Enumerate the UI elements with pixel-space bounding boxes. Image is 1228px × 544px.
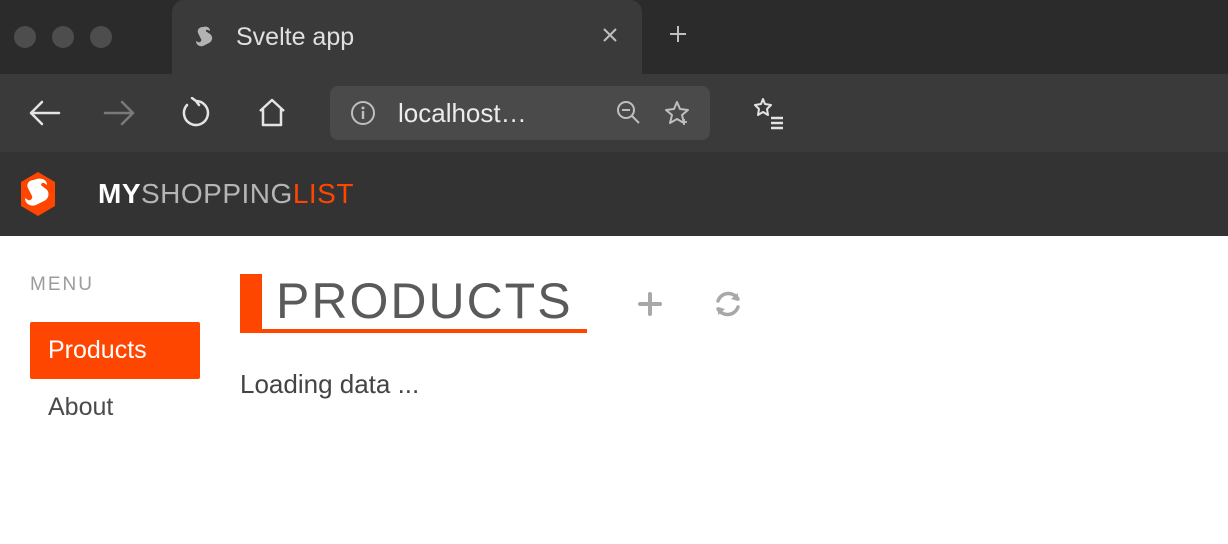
back-button[interactable]: [26, 95, 62, 131]
tab-strip: Svelte app: [0, 0, 1228, 74]
browser-tab[interactable]: Svelte app: [172, 0, 642, 74]
sidebar-item-products[interactable]: Products: [30, 322, 200, 379]
address-text: localhost…: [398, 98, 594, 129]
brand-part2: SHOPPING: [141, 178, 293, 209]
reload-button[interactable]: [178, 95, 214, 131]
window-close-button[interactable]: [14, 26, 36, 48]
forward-button[interactable]: [102, 95, 138, 131]
site-info-icon[interactable]: [350, 100, 376, 126]
browser-toolbar: localhost…: [0, 74, 1228, 152]
zoom-out-icon[interactable]: [616, 100, 642, 126]
sidebar-item-about[interactable]: About: [30, 379, 200, 436]
svelte-logo-icon: [18, 174, 58, 214]
browser-chrome: Svelte app localhost…: [0, 0, 1228, 152]
home-button[interactable]: [254, 95, 290, 131]
traffic-lights: [14, 26, 112, 48]
refresh-button[interactable]: [713, 289, 743, 319]
heading-block: PRODUCTS: [240, 274, 587, 333]
bookmark-add-icon[interactable]: [664, 100, 690, 126]
loading-text: Loading data ...: [240, 369, 1198, 400]
add-button[interactable]: [637, 291, 663, 317]
heading-accent-bar: [240, 274, 262, 329]
svelte-favicon-icon: [192, 24, 218, 50]
heading-row: PRODUCTS: [240, 274, 1198, 333]
sidebar-item-label: About: [48, 393, 113, 421]
app-header: MYSHOPPINGLIST: [0, 152, 1228, 236]
app-brand: MYSHOPPINGLIST: [98, 178, 354, 210]
address-bar[interactable]: localhost…: [330, 86, 710, 140]
favorites-button[interactable]: [750, 95, 786, 131]
page-content: MENU Products About PRODUCTS Loading dat…: [0, 236, 1228, 474]
sidebar: MENU Products About: [30, 274, 200, 436]
window-minimize-button[interactable]: [52, 26, 74, 48]
brand-part1: MY: [98, 178, 141, 209]
close-tab-icon[interactable]: [598, 24, 622, 50]
menu-label: MENU: [30, 274, 200, 296]
brand-part3: LIST: [293, 178, 354, 209]
page-title: PRODUCTS: [262, 274, 587, 329]
sidebar-item-label: Products: [48, 336, 147, 364]
new-tab-button[interactable]: [666, 20, 690, 54]
tab-title: Svelte app: [236, 23, 580, 52]
main-content: PRODUCTS Loading data ...: [240, 274, 1198, 436]
window-maximize-button[interactable]: [90, 26, 112, 48]
